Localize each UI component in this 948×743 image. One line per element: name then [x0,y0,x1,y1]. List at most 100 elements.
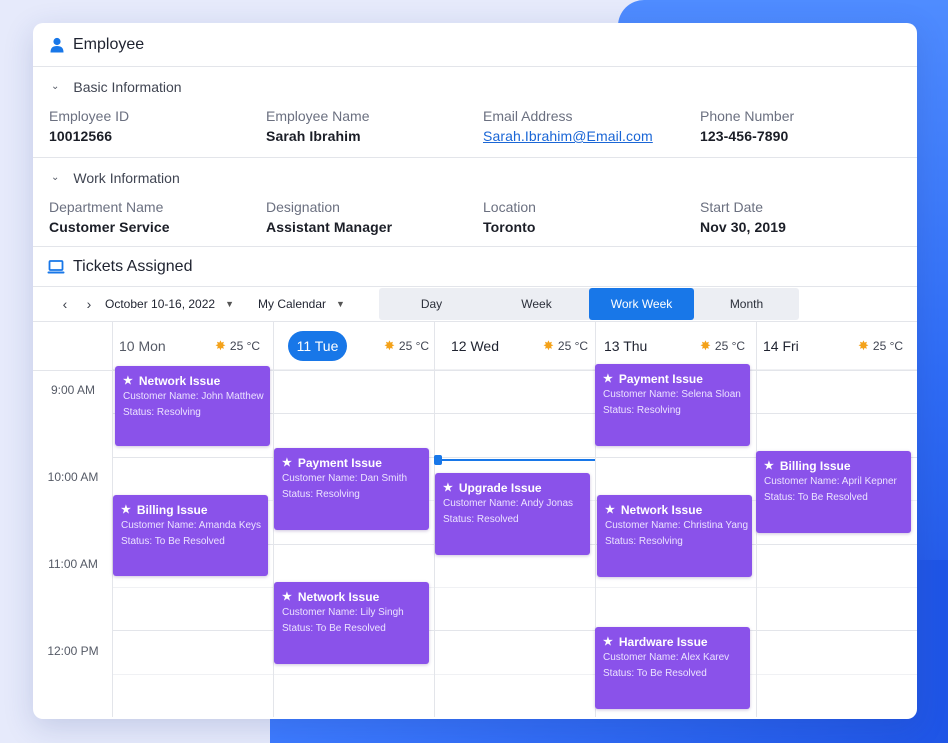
event-status: Status: Resolving [605,536,683,547]
star-icon: ★ [603,636,613,648]
day-header-thu[interactable]: 13 Thu [604,322,647,370]
temperature: 25 °C [714,339,746,353]
star-icon: ★ [764,460,774,472]
view-day-button[interactable]: Day [379,288,484,320]
field-value: Toronto [483,219,536,235]
event-card[interactable]: ★ Billing Issue Customer Name: Amanda Key… [113,495,268,576]
caret-down-icon[interactable]: ▼ [336,299,345,309]
employee-name-field: Employee Name Sarah Ibrahim [266,107,483,157]
event-card[interactable]: ★ Payment Issue Customer Name: Selena Slo… [595,364,750,446]
basic-info-toggle[interactable]: ⌄ Basic Information [33,67,917,107]
page-title: Employee [73,35,145,53]
star-icon: ★ [443,482,453,494]
time-label: 11:00 AM [48,557,98,571]
event-customer: Customer Name: Amanda Keys [121,520,262,531]
chevron-left-icon[interactable]: ‹ [53,296,77,312]
sun-icon: ✸ [384,338,395,353]
event-card[interactable]: ★ Payment Issue Customer Name: Dan Smith … [274,448,429,530]
view-work-week-button[interactable]: Work Week [589,288,694,320]
location-field: Location Toronto [483,198,700,246]
temperature: 25 °C [229,339,261,353]
day-header-wed[interactable]: 12 Wed [451,322,499,370]
phone-field: Phone Number 123-456-7890 [700,107,917,157]
event-status: Status: To Be Resolved [603,668,707,679]
event-card[interactable]: ★ Hardware Issue Customer Name: Alex Kare… [595,627,750,709]
grid-line [113,674,917,675]
work-info-fields: Department Name Customer Service Designa… [33,198,917,246]
tickets-header: Tickets Assigned [33,247,917,287]
field-label: Phone Number [700,108,795,124]
event-card[interactable]: ★ Network Issue Customer Name: Christina … [597,495,752,577]
day-header-today[interactable]: 11 Tue [288,331,347,361]
user-icon [50,37,64,52]
temperature: 25 °C [398,339,430,353]
event-title: Payment Issue [297,456,382,470]
field-label: Employee Name [266,108,370,124]
event-card[interactable]: ★ Network Issue Customer Name: John Matth… [115,366,270,446]
event-customer: Customer Name: Selena Sloan [603,389,741,400]
field-value: 123-456-7890 [700,128,789,144]
caret-down-icon[interactable]: ▼ [225,299,234,309]
star-icon: ★ [605,504,615,516]
event-customer: Customer Name: Christina Yang [605,520,749,531]
field-label: Location [483,199,536,215]
current-time-line [438,459,595,461]
event-status: Status: To Be Resolved [764,492,868,503]
event-title: Upgrade Issue [458,481,542,495]
event-status: Status: Resolving [282,489,360,500]
field-label: Department Name [49,199,164,215]
time-label: 10:00 AM [47,470,99,484]
section-title: Basic Information [73,79,182,95]
chevron-down-icon: ⌄ [51,80,60,92]
event-title: Network Issue [620,503,703,517]
work-info-toggle[interactable]: ⌄ Work Information [33,158,917,198]
section-title: Tickets Assigned [73,257,193,275]
field-label: Email Address [483,108,573,124]
event-title: Network Issue [138,374,221,388]
event-card[interactable]: ★ Upgrade Issue Customer Name: Andy Jonas… [435,473,590,555]
sun-icon: ✸ [215,338,226,353]
weather-wed: ✸ 25 °C [543,322,588,370]
grid-line [113,630,917,631]
star-icon: ★ [282,591,292,603]
event-card[interactable]: ★ Network Issue Customer Name: Lily Singh… [274,582,429,664]
sun-icon: ✸ [700,338,711,353]
laptop-icon [47,259,65,273]
field-label: Employee ID [49,108,130,124]
field-value: Customer Service [49,219,170,235]
day-header-fri[interactable]: 14 Fri [763,322,799,370]
employee-card: Employee ⌄ Basic Information Employee ID… [33,23,917,719]
sun-icon: ✸ [543,338,554,353]
star-icon: ★ [123,375,133,387]
day-header-mon[interactable]: 10 Mon [119,322,166,370]
designation-field: Designation Assistant Manager [266,198,483,246]
star-icon: ★ [121,504,131,516]
field-label: Designation [266,199,340,215]
chevron-right-icon[interactable]: › [77,296,101,312]
chevron-down-icon: ⌄ [51,171,60,183]
event-title: Payment Issue [618,372,703,386]
star-icon: ★ [282,457,292,469]
email-field: Email Address Sarah.Ibrahim@Email.com [483,107,700,157]
event-customer: Customer Name: Alex Karev [603,652,730,663]
sun-icon: ✸ [858,338,869,353]
event-card[interactable]: ★ Billing Issue Customer Name: April Kepn… [756,451,911,533]
temperature: 25 °C [872,339,904,353]
email-link[interactable]: Sarah.Ibrahim@Email.com [483,125,700,147]
calendar-select[interactable]: My Calendar [258,297,326,311]
event-customer: Customer Name: John Matthew [123,391,264,402]
time-label: 9:00 AM [50,383,96,397]
date-range-picker[interactable]: October 10-16, 2022 [105,297,215,311]
event-status: Status: To Be Resolved [121,536,225,547]
event-status: Status: Resolved [443,514,519,525]
event-customer: Customer Name: Lily Singh [282,607,404,618]
field-value: Sarah Ibrahim [266,128,361,144]
event-title: Billing Issue [136,503,208,517]
view-week-button[interactable]: Week [484,288,589,320]
department-field: Department Name Customer Service [49,198,266,246]
view-month-button[interactable]: Month [694,288,799,320]
basic-info-fields: Employee ID 10012566 Employee Name Sarah… [33,107,917,157]
card-header: Employee [33,23,917,67]
calendar-grid: 10 Mon 11 Tue 12 Wed 13 Thu 14 Fri ✸ 25 °… [33,322,917,717]
field-value: 10012566 [49,128,113,144]
